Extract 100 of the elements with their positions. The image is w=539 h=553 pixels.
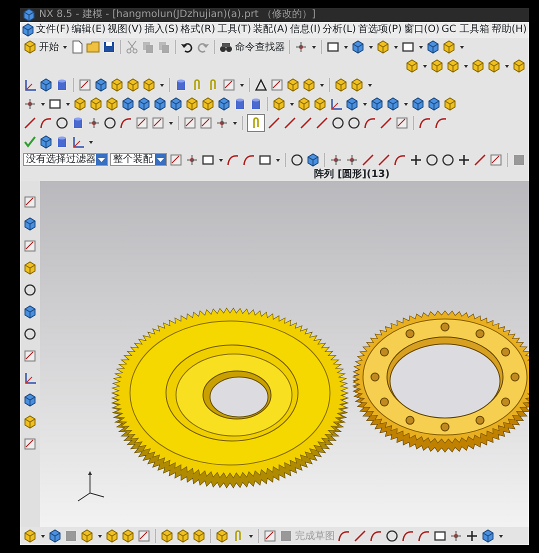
cube-icon[interactable] — [23, 217, 37, 232]
circle-icon[interactable] — [347, 116, 361, 130]
sketch-icon[interactable] — [78, 78, 92, 92]
cube-icon[interactable] — [405, 59, 419, 74]
rectangle-icon[interactable] — [433, 529, 447, 544]
cube-icon[interactable] — [121, 97, 135, 112]
cube-icon[interactable] — [126, 78, 140, 92]
menu-item[interactable]: 编辑(E) — [70, 22, 107, 38]
sketch-icon[interactable] — [23, 239, 37, 254]
document-icon[interactable] — [70, 40, 84, 54]
cube-icon[interactable] — [23, 305, 37, 320]
cube-icon[interactable] — [427, 97, 441, 112]
line-icon[interactable] — [361, 152, 375, 167]
arc-icon[interactable] — [418, 116, 432, 130]
plus-icon[interactable] — [409, 152, 423, 167]
cube-icon[interactable] — [105, 97, 119, 112]
cube-icon[interactable] — [137, 97, 151, 112]
line-icon[interactable] — [353, 529, 367, 544]
folder-icon[interactable] — [86, 40, 100, 54]
sketch-icon[interactable] — [270, 78, 284, 92]
plus-icon[interactable] — [465, 529, 479, 544]
cube-icon[interactable] — [94, 78, 108, 92]
cube-icon[interactable] — [306, 152, 320, 167]
menu-item[interactable]: 装配(A) — [252, 22, 289, 38]
point-icon[interactable] — [87, 116, 101, 130]
arc-icon[interactable] — [119, 116, 133, 130]
line-icon[interactable] — [379, 116, 393, 130]
circle-icon[interactable] — [441, 152, 455, 167]
cube-icon[interactable] — [80, 529, 94, 544]
scope-dropdown[interactable]: 整个装配 — [110, 153, 167, 166]
circle-icon[interactable] — [103, 116, 117, 130]
cube-icon[interactable] — [110, 78, 124, 92]
circle-icon[interactable] — [23, 283, 37, 298]
menu-item[interactable]: 插入(S) — [143, 22, 180, 38]
sketch-icon[interactable] — [23, 195, 37, 210]
cylinder-icon[interactable] — [71, 116, 85, 130]
axes-icon[interactable] — [71, 134, 85, 149]
cube-icon[interactable] — [443, 97, 457, 112]
binoculars-icon[interactable] — [219, 40, 233, 54]
arc-icon[interactable] — [417, 529, 431, 544]
arc-icon[interactable] — [369, 529, 383, 544]
cube-icon[interactable] — [313, 97, 327, 112]
cube-icon[interactable] — [297, 97, 311, 112]
cube-icon[interactable] — [39, 78, 53, 92]
command-finder-button[interactable]: 命令查找器 — [235, 40, 285, 55]
line-icon[interactable] — [283, 116, 297, 130]
sketch-icon[interactable] — [222, 78, 236, 92]
cube-icon[interactable] — [105, 529, 119, 544]
cube-icon[interactable] — [351, 40, 365, 54]
start-button[interactable]: 开始 — [39, 40, 59, 55]
cube-icon[interactable] — [48, 529, 62, 544]
cube-icon[interactable] — [350, 78, 364, 92]
rectangle-icon[interactable] — [201, 152, 215, 167]
point-icon[interactable] — [345, 152, 359, 167]
menu-item[interactable]: GC 工具箱 — [440, 22, 490, 38]
cube-icon[interactable] — [23, 393, 37, 408]
cube-icon[interactable] — [376, 40, 390, 54]
point-icon[interactable] — [215, 116, 229, 130]
rectangle-icon[interactable] — [48, 97, 62, 112]
cube-icon[interactable] — [386, 97, 400, 112]
menu-item[interactable]: 窗口(O) — [402, 22, 441, 38]
circle-icon[interactable] — [385, 529, 399, 544]
circle-icon[interactable] — [331, 116, 345, 130]
arc-icon[interactable] — [337, 529, 351, 544]
cube-icon[interactable] — [334, 78, 348, 92]
cube-icon[interactable] — [201, 97, 215, 112]
circle-icon[interactable] — [55, 116, 69, 130]
cube-icon[interactable] — [512, 59, 526, 74]
cube-icon[interactable] — [153, 97, 167, 112]
cylinder-icon[interactable] — [233, 97, 247, 112]
line-icon[interactable] — [299, 116, 313, 130]
sketch-icon[interactable] — [169, 152, 183, 167]
cube-icon[interactable] — [370, 97, 384, 112]
cube-icon[interactable] — [121, 529, 135, 544]
save-icon[interactable] — [102, 40, 116, 54]
cube-icon[interactable] — [73, 97, 87, 112]
cube-icon[interactable] — [23, 529, 37, 544]
point-icon[interactable] — [449, 529, 463, 544]
rectangle-icon[interactable] — [258, 152, 272, 167]
sketch-icon[interactable] — [489, 152, 503, 167]
arc-icon[interactable] — [242, 152, 256, 167]
triangle-icon[interactable] — [254, 78, 268, 92]
arc-icon[interactable] — [39, 116, 53, 130]
undo-icon[interactable] — [180, 40, 194, 54]
cylinder-icon[interactable] — [55, 134, 69, 149]
point-icon[interactable] — [185, 152, 199, 167]
line-icon[interactable] — [377, 152, 391, 167]
cube-icon[interactable] — [345, 97, 359, 112]
cube-icon[interactable] — [286, 78, 300, 92]
axes-icon[interactable] — [329, 97, 343, 112]
line-icon[interactable] — [267, 116, 281, 130]
cube-icon[interactable] — [160, 529, 174, 544]
checkmark-icon[interactable] — [23, 134, 37, 149]
menu-item[interactable]: 帮助(H) — [490, 22, 528, 38]
point-icon[interactable] — [294, 40, 308, 54]
menu-item[interactable]: 工具(T) — [216, 22, 252, 38]
sketch-icon[interactable] — [135, 116, 149, 130]
sketch-icon[interactable] — [395, 116, 409, 130]
arc-icon[interactable] — [434, 116, 448, 130]
cube-icon[interactable] — [442, 40, 456, 54]
